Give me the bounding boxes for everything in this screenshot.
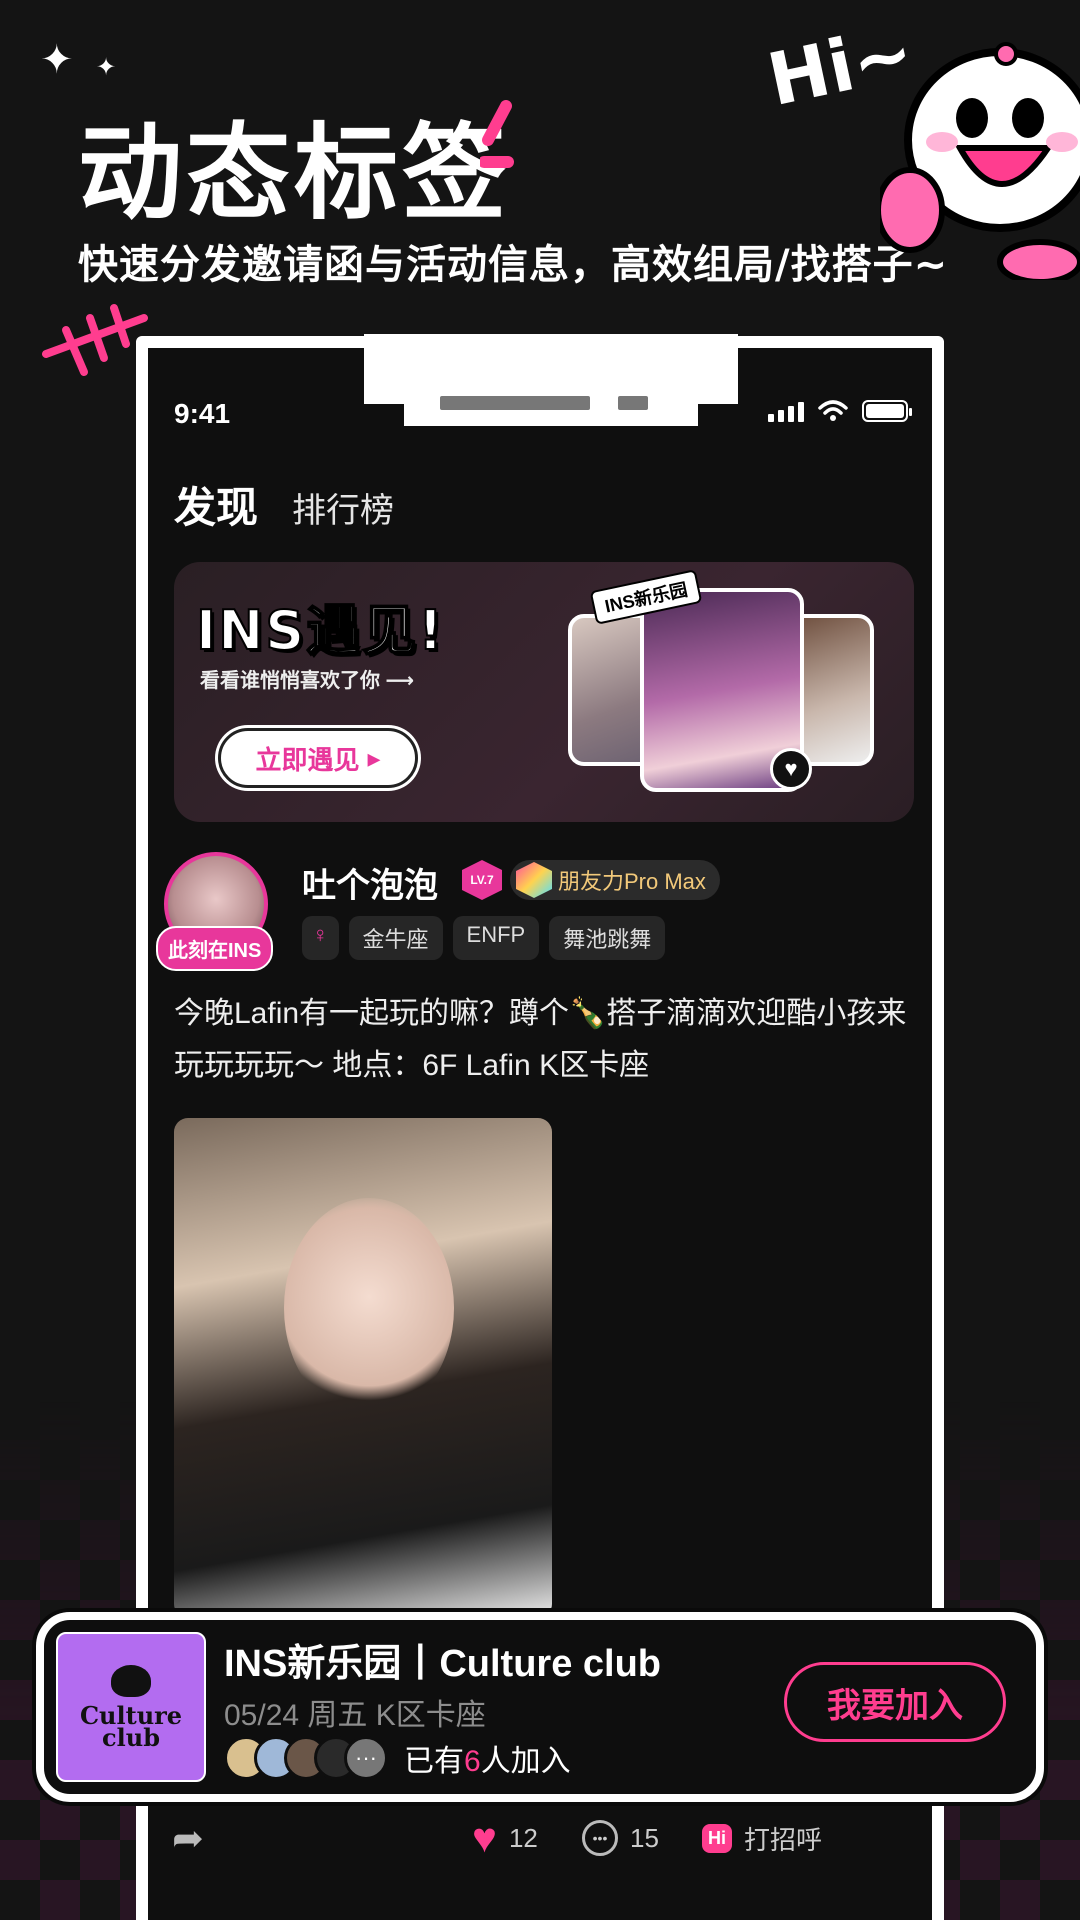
play-arrow-icon: ▸ (367, 742, 381, 773)
join-button[interactable]: 我要加入 (784, 1662, 1006, 1742)
like-button[interactable]: ♥ 12 (472, 1814, 538, 1862)
signal-icon (768, 400, 804, 422)
more-members-icon: ··· (344, 1736, 388, 1780)
heart-icon: ♥ (770, 748, 812, 790)
sparkle-icon: ✦ (96, 54, 117, 81)
banner-title: INS遇见! (195, 598, 445, 663)
event-date: 05/24 周五 K区卡座 (224, 1699, 486, 1732)
ghost-mascot-icon (880, 42, 1080, 280)
like-count: 12 (508, 1822, 538, 1853)
logo-text: Culture club (80, 1704, 182, 1752)
tag-zodiac: 金牛座 (348, 916, 443, 960)
heart-icon: ♥ (472, 1814, 497, 1861)
share-icon[interactable]: ➦ (172, 1816, 204, 1861)
phone-notch (364, 334, 738, 404)
meet-now-label: 立即遇见 (255, 744, 360, 775)
hi-chat-icon: Hi (702, 1823, 732, 1853)
joined-count-text: 已有6人加入 (404, 1736, 571, 1780)
greet-button[interactable]: Hi 打招呼 (702, 1820, 822, 1857)
greet-label: 打招呼 (744, 1824, 823, 1855)
joined-prefix: 已有 (404, 1745, 464, 1778)
pink-dash-icon (480, 100, 514, 168)
level-badge-icon: LV.7 (462, 860, 502, 900)
female-icon: ♀ (302, 916, 339, 960)
friend-power-badge: 朋友力Pro Max (510, 860, 720, 900)
tab-ranking[interactable]: 排行榜 (292, 483, 394, 532)
comment-button[interactable]: ••• 15 (582, 1820, 659, 1856)
tag-hobby: 舞池跳舞 (549, 916, 666, 960)
hero-title: 动态标签 (78, 112, 511, 234)
friend-power-icon (516, 862, 552, 898)
logo-text-line2: club (102, 1723, 160, 1752)
comment-count: 15 (630, 1822, 659, 1853)
post-header: 此刻在INS 吐个泡泡 LV.7 朋友力Pro Max ♀ 金牛座 ENFP 舞… (156, 852, 924, 971)
portrait-photo (284, 1198, 454, 1418)
tab-discover[interactable]: 发现 (174, 474, 258, 535)
club-logo-icon (111, 1665, 151, 1697)
speaker-bar (440, 396, 590, 410)
wifi-icon (818, 400, 848, 421)
culture-club-logo: Culture club (56, 1632, 206, 1782)
status-icons (768, 400, 912, 422)
joined-number: 6 (464, 1745, 481, 1778)
comment-icon: ••• (582, 1820, 618, 1856)
scribble-icon (42, 304, 148, 376)
hero-subtitle: 快速分发邀请函与活动信息，高效组局/找搭子~ (78, 242, 949, 288)
top-tabs: 发现 排行榜 (174, 474, 394, 535)
friend-power-label: 朋友力Pro Max (558, 869, 706, 894)
battery-icon (862, 400, 912, 422)
sparkle-icon: ✦ (40, 38, 74, 82)
event-card[interactable]: Culture club INS新乐园丨Culture club 05/24 周… (36, 1612, 1044, 1802)
meet-now-button[interactable]: 立即遇见 ▸ (218, 728, 418, 788)
ins-meet-banner[interactable]: INS遇见! 看看谁悄悄喜欢了你 ⟶ 立即遇见 ▸ INS新乐园 ♥ (174, 562, 914, 822)
post-text: 今晚Lafin有一起玩的嘛？蹲个🍾搭子滴滴欢迎酷小孩来玩玩玩玩～ 地点：6F L… (174, 997, 907, 1082)
camera-dot (618, 396, 648, 410)
banner-subtitle: 看看谁悄悄喜欢了你 ⟶ (200, 670, 415, 692)
online-badge: 此刻在INS (156, 926, 274, 971)
status-time: 9:41 (174, 398, 231, 429)
post-image[interactable] (174, 1118, 552, 1618)
post-actions: ➦ ♥ 12 ••• 15 Hi 打招呼 (172, 1808, 912, 1868)
user-name[interactable]: 吐个泡泡 (302, 858, 438, 907)
member-avatars: ··· 已有6人加入 (224, 1736, 571, 1780)
tag-mbti: ENFP (452, 916, 540, 960)
user-tags: ♀ 金牛座 ENFP 舞池跳舞 (302, 916, 666, 960)
joined-suffix: 人加入 (480, 1745, 571, 1778)
event-title: INS新乐园丨Culture club (224, 1643, 662, 1685)
